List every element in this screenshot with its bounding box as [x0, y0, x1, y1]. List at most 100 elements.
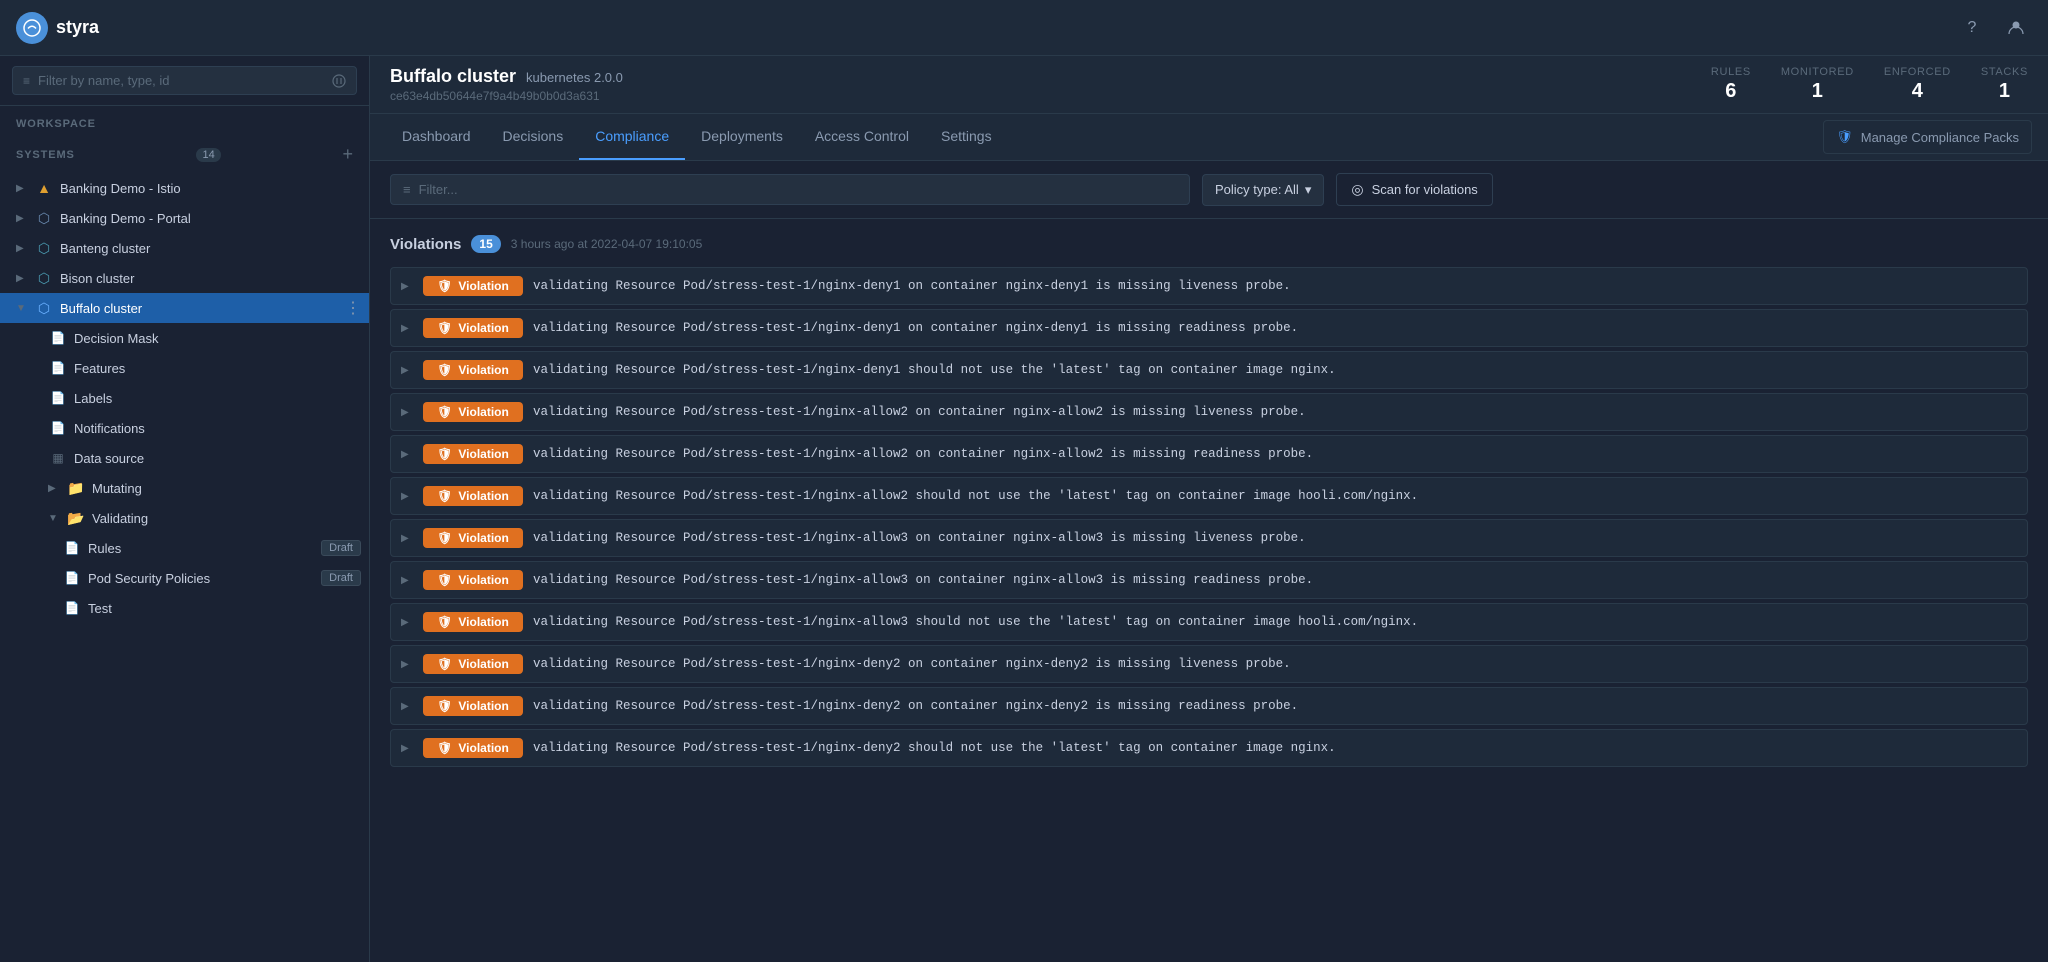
system-icon: ⬡ — [34, 210, 54, 227]
scan-violations-button[interactable]: ◎ Scan for violations — [1336, 173, 1492, 206]
violation-badge: 🛡 Violation — [423, 318, 523, 338]
violation-row[interactable]: ▶ 🛡 Violation validating Resource Pod/st… — [390, 519, 2028, 557]
sidebar-content: WORKSPACE SYSTEMS 14 + ▶ ▲ Banking Demo … — [0, 106, 369, 962]
system-icon: ⬡ — [34, 300, 54, 317]
sidebar-item-label: Pod Security Policies — [88, 571, 315, 586]
tab-access-control[interactable]: Access Control — [799, 114, 925, 160]
violation-badge-label: Violation — [458, 405, 508, 419]
sidebar-item-banteng[interactable]: ▶ ⬡ Banteng cluster — [0, 233, 369, 263]
sidebar-item-pod-security-policies[interactable]: 📄 Pod Security Policies Draft — [0, 563, 369, 593]
document-icon: 📄 — [62, 541, 82, 555]
chevron-right-icon: ▶ — [401, 659, 413, 670]
violations-header: Violations 15 3 hours ago at 2022-04-07 … — [390, 235, 2028, 253]
help-button[interactable]: ? — [1956, 12, 1988, 44]
shield-icon: 🛡 — [437, 741, 452, 755]
tab-decisions[interactable]: Decisions — [487, 114, 580, 160]
violations-count: 15 — [471, 235, 500, 253]
violation-text: validating Resource Pod/stress-test-1/ng… — [533, 363, 2017, 377]
chevron-down-icon: ▼ — [16, 303, 28, 314]
content-area: Buffalo cluster kubernetes 2.0.0 ce63e4d… — [370, 56, 2048, 962]
manage-compliance-packs-button[interactable]: 🛡 Manage Compliance Packs — [1823, 120, 2032, 154]
sidebar-item-data-source[interactable]: ▦ Data source — [0, 443, 369, 473]
tab-deployments[interactable]: Deployments — [685, 114, 799, 160]
stat-stacks: STACKS 1 — [1981, 66, 2028, 103]
add-system-button[interactable]: + — [342, 144, 353, 165]
sidebar-item-label: Decision Mask — [74, 331, 361, 346]
violation-row[interactable]: ▶ 🛡 Violation validating Resource Pod/st… — [390, 645, 2028, 683]
table-icon: ▦ — [48, 451, 68, 465]
user-button[interactable] — [2000, 12, 2032, 44]
document-icon: 📄 — [62, 571, 82, 585]
logo-icon — [16, 12, 48, 44]
violation-row[interactable]: ▶ 🛡 Violation validating Resource Pod/st… — [390, 351, 2028, 389]
sidebar-item-label: Banteng cluster — [60, 241, 361, 256]
stat-monitored-value: 1 — [1781, 80, 1854, 103]
violation-badge: 🛡 Violation — [423, 570, 523, 590]
main-layout: ≡ WORKSPACE SYSTEMS 14 + ▶ ▲ Banking Dem — [0, 56, 2048, 962]
sidebar-item-banking-portal[interactable]: ▶ ⬡ Banking Demo - Portal — [0, 203, 369, 233]
violation-badge: 🛡 Violation — [423, 486, 523, 506]
sidebar-item-decision-mask[interactable]: 📄 Decision Mask — [0, 323, 369, 353]
sidebar-item-banking-istio[interactable]: ▶ ▲ Banking Demo - Istio — [0, 173, 369, 203]
sidebar-item-validating[interactable]: ▼ 📂 Validating — [0, 503, 369, 533]
policy-type-button[interactable]: Policy type: All ▾ — [1202, 174, 1324, 206]
chevron-down-icon: ▾ — [1305, 182, 1312, 198]
document-icon: 📄 — [48, 331, 68, 345]
system-icon: ⬡ — [34, 270, 54, 287]
stat-stacks-value: 1 — [1981, 80, 2028, 103]
sidebar-item-label: Rules — [88, 541, 315, 556]
violation-row[interactable]: ▶ 🛡 Violation validating Resource Pod/st… — [390, 561, 2028, 599]
shield-icon: 🛡 — [437, 447, 452, 461]
violation-badge-label: Violation — [458, 657, 508, 671]
search-input[interactable] — [38, 73, 324, 88]
sidebar-item-buffalo[interactable]: ▼ ⬡ Buffalo cluster ⋮ — [0, 293, 369, 323]
system-icon: ▲ — [34, 180, 54, 196]
sidebar-item-rules[interactable]: 📄 Rules Draft — [0, 533, 369, 563]
sidebar: ≡ WORKSPACE SYSTEMS 14 + ▶ ▲ Banking Dem — [0, 56, 370, 962]
violation-row[interactable]: ▶ 🛡 Violation validating Resource Pod/st… — [390, 309, 2028, 347]
tab-compliance[interactable]: Compliance — [579, 114, 685, 160]
violation-row[interactable]: ▶ 🛡 Violation validating Resource Pod/st… — [390, 603, 2028, 641]
cluster-name-row: Buffalo cluster kubernetes 2.0.0 — [390, 66, 623, 87]
sidebar-item-label: Banking Demo - Istio — [60, 181, 361, 196]
violation-row[interactable]: ▶ 🛡 Violation validating Resource Pod/st… — [390, 477, 2028, 515]
violation-row[interactable]: ▶ 🛡 Violation validating Resource Pod/st… — [390, 687, 2028, 725]
scan-label: Scan for violations — [1372, 182, 1478, 197]
stat-rules-label: RULES — [1711, 66, 1751, 78]
shield-icon: 🛡 — [437, 363, 452, 377]
chevron-right-icon: ▶ — [401, 701, 413, 712]
sidebar-item-notifications[interactable]: 📄 Notifications — [0, 413, 369, 443]
violations-title: Violations — [390, 236, 461, 253]
shield-icon: 🛡 — [437, 657, 452, 671]
sidebar-item-label: Notifications — [74, 421, 361, 436]
violation-text: validating Resource Pod/stress-test-1/ng… — [533, 657, 2017, 671]
sidebar-item-test[interactable]: 📄 Test — [0, 593, 369, 623]
stat-monitored: MONITORED 1 — [1781, 66, 1854, 103]
more-options-icon[interactable]: ⋮ — [345, 298, 361, 318]
violation-badge: 🛡 Violation — [423, 696, 523, 716]
violation-row[interactable]: ▶ 🛡 Violation validating Resource Pod/st… — [390, 435, 2028, 473]
chevron-right-icon: ▶ — [16, 213, 28, 224]
folder-icon: 📂 — [66, 510, 86, 527]
violation-badge: 🛡 Violation — [423, 654, 523, 674]
tab-settings[interactable]: Settings — [925, 114, 1008, 160]
stat-rules-value: 6 — [1711, 80, 1751, 103]
violation-text: validating Resource Pod/stress-test-1/ng… — [533, 321, 2017, 335]
violation-row[interactable]: ▶ 🛡 Violation validating Resource Pod/st… — [390, 393, 2028, 431]
sidebar-item-features[interactable]: 📄 Features — [0, 353, 369, 383]
violation-badge-label: Violation — [458, 447, 508, 461]
violation-row[interactable]: ▶ 🛡 Violation validating Resource Pod/st… — [390, 267, 2028, 305]
chevron-right-icon: ▶ — [16, 243, 28, 254]
violation-badge-label: Violation — [458, 363, 508, 377]
sidebar-item-labels[interactable]: 📄 Labels — [0, 383, 369, 413]
sidebar-item-mutating[interactable]: ▶ 📁 Mutating — [0, 473, 369, 503]
tab-dashboard[interactable]: Dashboard — [386, 114, 487, 160]
filter-input[interactable] — [419, 182, 1177, 197]
violation-text: validating Resource Pod/stress-test-1/ng… — [533, 531, 2017, 545]
cluster-id: ce63e4db50644e7f9a4b49b0b0d3a631 — [390, 89, 623, 103]
violation-badge-label: Violation — [458, 279, 508, 293]
system-icon: ⬡ — [34, 240, 54, 257]
chevron-right-icon: ▶ — [401, 533, 413, 544]
violation-row[interactable]: ▶ 🛡 Violation validating Resource Pod/st… — [390, 729, 2028, 767]
sidebar-item-bison[interactable]: ▶ ⬡ Bison cluster — [0, 263, 369, 293]
